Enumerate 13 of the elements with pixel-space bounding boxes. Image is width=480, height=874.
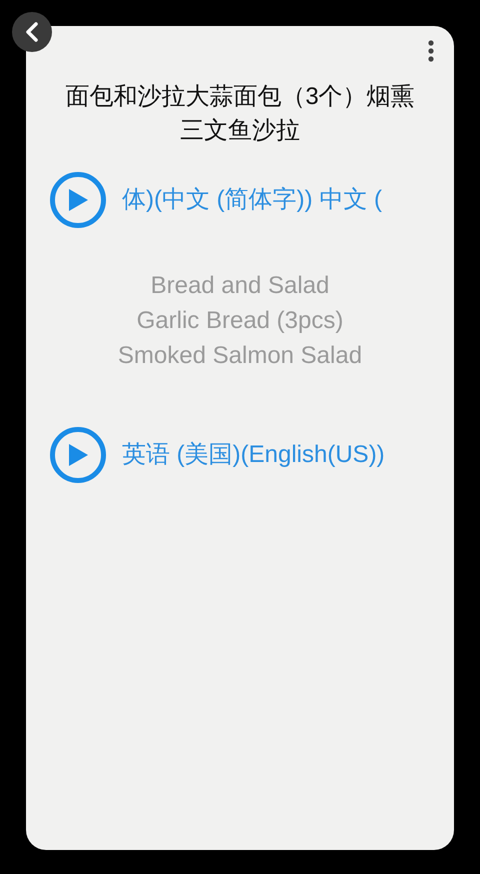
back-button[interactable]: [12, 12, 52, 52]
play-button[interactable]: [50, 172, 106, 228]
play-icon: [68, 189, 88, 211]
dish-title: 面包和沙拉大蒜面包（3个）烟熏三文鱼沙拉: [64, 82, 416, 146]
back-icon: [25, 22, 39, 42]
language-label: 体)(中文 (简体字)) 中文 (: [122, 185, 382, 215]
play-button[interactable]: [50, 427, 106, 483]
play-icon: [68, 444, 88, 466]
language-label: 英语 (美国)(English(US)): [122, 440, 385, 470]
translation-line: Bread and Salad: [150, 271, 330, 301]
translation-line: Smoked Salmon Salad: [118, 341, 362, 371]
more-icon[interactable]: [428, 40, 434, 62]
translation-line: Garlic Bread (3pcs): [136, 306, 344, 336]
